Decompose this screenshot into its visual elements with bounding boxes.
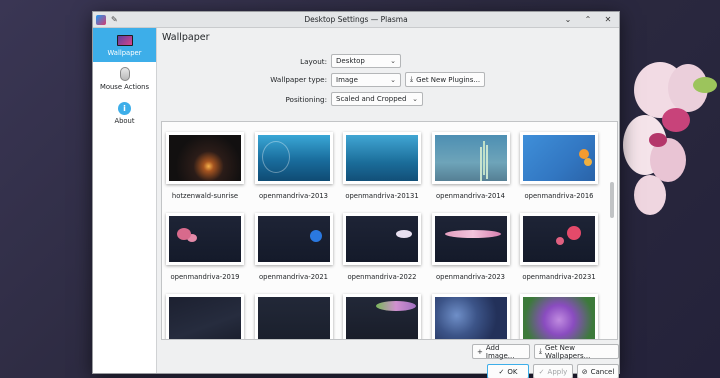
download-icon: ⤓ xyxy=(410,75,414,83)
chevron-down-icon: ⌄ xyxy=(390,57,396,65)
wallpaper-thumbnail xyxy=(169,216,241,262)
wallpaper-name: openmandriva-2013 xyxy=(259,192,328,200)
download-icon: ⤓ xyxy=(538,347,542,355)
wallpaper-thumbnail xyxy=(257,216,330,262)
wallpaper-tile[interactable]: openmandriva-2016 xyxy=(520,132,598,206)
wallpaper-tile[interactable]: openmandriva-2014 xyxy=(431,132,510,206)
cancel-label: Cancel xyxy=(590,367,615,376)
wallpaper-tile[interactable]: openmandriva-20231 xyxy=(520,213,598,287)
wallpaper-thumbnail xyxy=(346,216,418,262)
wallpaper-thumbnail xyxy=(169,135,241,181)
page-title: Wallpaper xyxy=(162,32,210,43)
titlebar: ✎ Desktop Settings — Plasma ⌄ ⌃ ✕ xyxy=(93,12,619,28)
check-icon: ✓ xyxy=(538,367,545,376)
wallpaper-name: openmandriva-2023 xyxy=(436,273,505,281)
wallpaper-tile[interactable]: openmandriva-2013 xyxy=(254,132,333,206)
wallpaper-name: openmandriva-20131 xyxy=(345,192,419,200)
positioning-value: Scaled and Cropped xyxy=(336,95,407,103)
minimize-button[interactable]: ⌄ xyxy=(563,15,573,24)
get-new-wallpapers-button[interactable]: ⤓ Get New Wallpapers... xyxy=(533,343,619,360)
wallpaper-thumbnail xyxy=(257,297,330,339)
wallpaper-name: hotzenwald-sunrise xyxy=(171,192,239,200)
wallpaper-thumbnail xyxy=(434,135,507,181)
wallpaper-thumbnail xyxy=(434,216,507,262)
wallpaper-name: openmandriva-2019 xyxy=(170,273,240,281)
wallpaper-name: openmandriva-2016 xyxy=(524,192,594,200)
apply-button[interactable]: ✓ Apply xyxy=(533,364,573,378)
wallpaper-tile[interactable]: openmandriva-20131 xyxy=(343,132,421,206)
wallpaper-tile[interactable] xyxy=(343,294,421,339)
wallpaper-name: openmandriva-2021 xyxy=(259,273,328,281)
wallpaper-thumbnail xyxy=(346,297,418,339)
cancel-button[interactable]: ⊘ Cancel xyxy=(577,364,619,378)
wallpaper-grid[interactable]: hotzenwald-sunrise openmandriva-2013 ope… xyxy=(161,121,618,340)
layout-label: Layout: xyxy=(300,56,327,66)
check-icon: ✓ xyxy=(498,367,505,376)
scrollbar-handle[interactable] xyxy=(610,182,614,218)
wallpaper-thumbnail xyxy=(257,135,330,181)
wallpaper-tile[interactable]: openmandriva-2019 xyxy=(166,213,244,287)
positioning-select[interactable]: Scaled and Cropped ⌄ xyxy=(331,92,423,106)
mouse-icon xyxy=(119,67,130,81)
pin-icon[interactable]: ✎ xyxy=(111,15,118,24)
chevron-down-icon: ⌄ xyxy=(390,75,396,84)
wallpaper-thumbnail xyxy=(346,135,418,181)
chevron-down-icon: ⌄ xyxy=(412,95,418,103)
wallpaper-tile[interactable]: openmandriva-2021 xyxy=(254,213,333,287)
wallpaper-name: openmandriva-20231 xyxy=(522,273,596,281)
layout-value: Desktop xyxy=(336,57,365,65)
wallpaper-thumbnail xyxy=(434,297,507,339)
wallpaper-tile[interactable] xyxy=(254,294,333,339)
maximize-button[interactable]: ⌃ xyxy=(583,15,593,24)
wallpaper-thumbnail xyxy=(169,297,241,339)
wallpaper-tile[interactable] xyxy=(520,294,598,339)
desktop-settings-window: ✎ Desktop Settings — Plasma ⌄ ⌃ ✕ Wallpa… xyxy=(92,11,620,378)
wallpaper-tile[interactable] xyxy=(166,294,244,339)
sidebar-item-about[interactable]: i About xyxy=(93,96,156,130)
wallpaper-tile[interactable]: openmandriva-2022 xyxy=(343,213,421,287)
monitor-icon xyxy=(116,34,133,46)
sidebar-item-label: Mouse Actions xyxy=(99,83,150,91)
wallpaper-tile[interactable] xyxy=(431,294,510,339)
wallpaper-tile[interactable]: openmandriva-2023 xyxy=(431,213,510,287)
wallpaper-thumbnail xyxy=(523,135,595,181)
close-button[interactable]: ✕ xyxy=(603,15,613,24)
wallpaper-thumbnail xyxy=(523,216,595,262)
ok-button[interactable]: ✓ OK xyxy=(487,364,529,378)
add-image-label: Add Image... xyxy=(485,343,515,360)
positioning-label: Positioning: xyxy=(285,94,327,104)
main-panel: Wallpaper Layout: Desktop ⌄ Wallpaper ty… xyxy=(157,28,619,378)
get-new-plugins-button[interactable]: ⤓ Get New Plugins... xyxy=(405,72,486,87)
orchid-flower-decoration xyxy=(623,62,717,215)
plasma-app-icon[interactable] xyxy=(96,14,106,25)
layout-select[interactable]: Desktop ⌄ xyxy=(331,54,401,68)
ok-label: OK xyxy=(507,367,518,376)
apply-label: Apply xyxy=(547,367,568,376)
get-new-wallpapers-label: Get New Wallpapers... xyxy=(544,343,591,360)
wallpaper-type-value: Image xyxy=(336,75,358,84)
wallpaper-thumbnail xyxy=(523,297,595,339)
sidebar-item-label: Wallpaper xyxy=(107,49,142,57)
plus-icon: + xyxy=(477,347,483,356)
get-new-plugins-label: Get New Plugins... xyxy=(416,75,481,84)
add-image-button[interactable]: + Add Image... xyxy=(472,343,530,360)
wallpaper-name: openmandriva-2022 xyxy=(347,273,417,281)
sidebar: Wallpaper Mouse Actions i About xyxy=(93,28,157,373)
sidebar-item-mouse-actions[interactable]: Mouse Actions xyxy=(93,62,156,96)
wallpaper-type-label: Wallpaper type: xyxy=(270,75,327,84)
wallpaper-tile[interactable]: hotzenwald-sunrise xyxy=(166,132,244,206)
sidebar-item-wallpaper[interactable]: Wallpaper xyxy=(93,28,156,62)
sidebar-item-label: About xyxy=(114,117,135,125)
info-icon: i xyxy=(118,101,131,115)
window-title: Desktop Settings — Plasma xyxy=(304,15,408,24)
cancel-icon: ⊘ xyxy=(581,367,588,376)
wallpaper-type-select[interactable]: Image ⌄ xyxy=(331,72,401,87)
wallpaper-name: openmandriva-2014 xyxy=(436,192,505,200)
